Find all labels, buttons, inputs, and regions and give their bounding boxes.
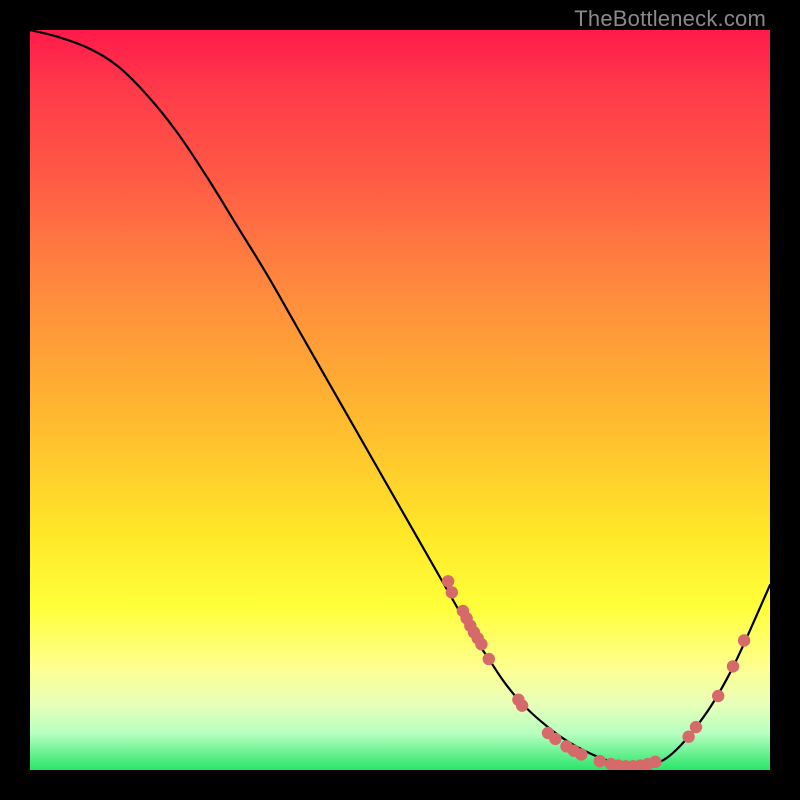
- bottleneck-curve: [30, 30, 770, 766]
- data-point: [690, 721, 702, 733]
- data-point: [446, 586, 458, 598]
- chart-svg: [30, 30, 770, 770]
- data-point: [475, 638, 487, 650]
- chart-plot-area: [30, 30, 770, 770]
- data-point: [594, 755, 606, 767]
- data-point: [516, 699, 528, 711]
- data-point: [549, 733, 561, 745]
- data-point: [712, 690, 724, 702]
- data-points: [442, 575, 750, 770]
- data-point: [575, 748, 587, 760]
- data-point: [649, 756, 661, 768]
- watermark-text: TheBottleneck.com: [574, 6, 766, 32]
- data-point: [442, 575, 454, 587]
- data-point: [483, 653, 495, 665]
- data-point: [727, 660, 739, 672]
- data-point: [738, 634, 750, 646]
